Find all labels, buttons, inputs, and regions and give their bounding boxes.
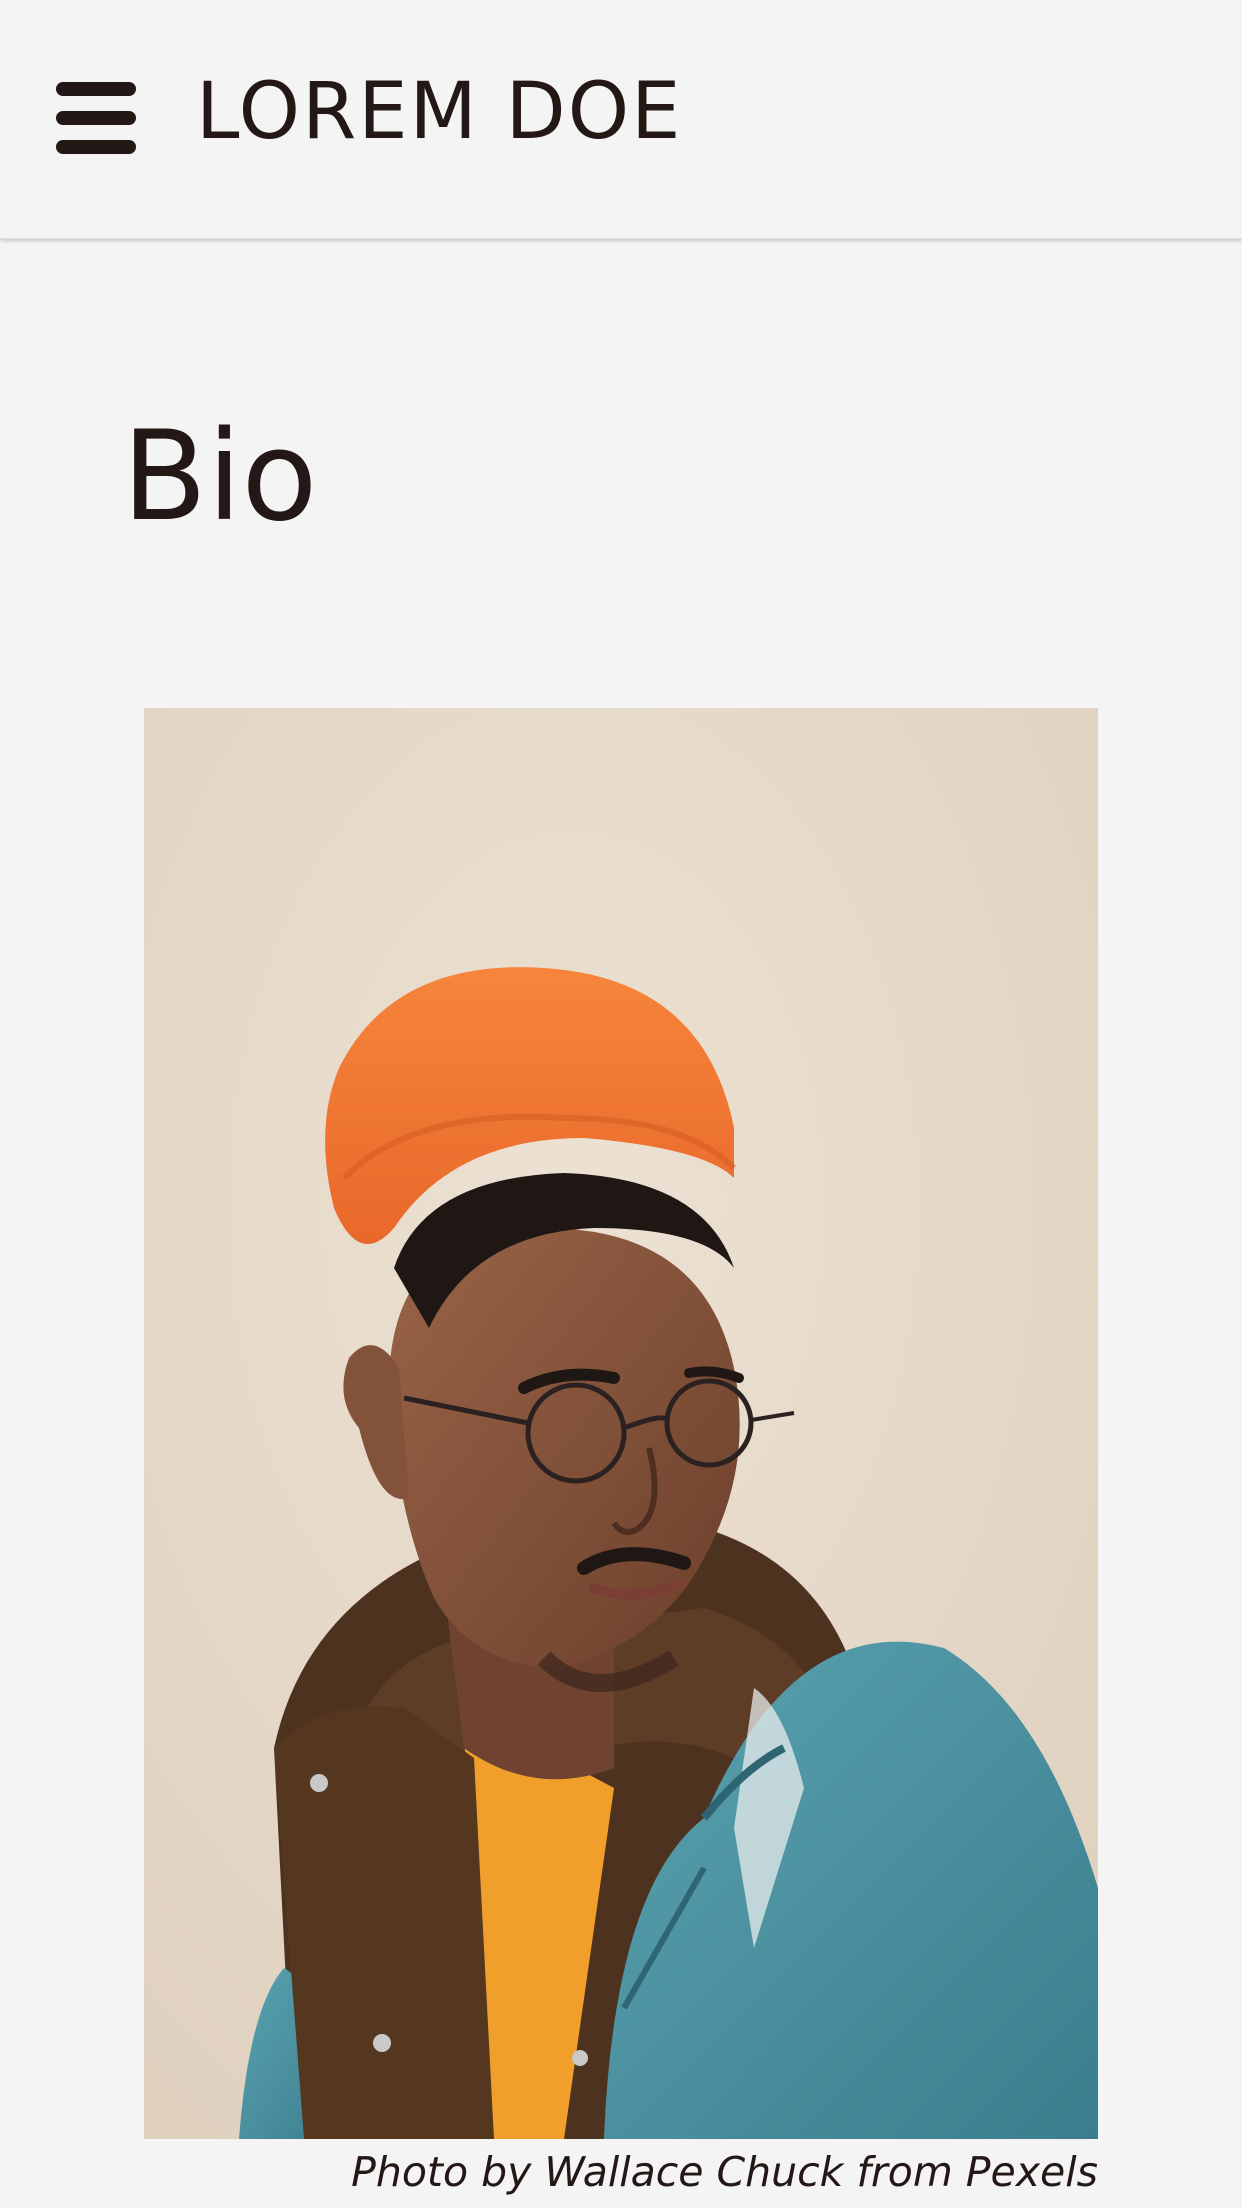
- hamburger-menu-icon[interactable]: [50, 74, 140, 162]
- site-title[interactable]: LOREM DOE: [196, 62, 682, 162]
- photo-credit: Photo by Wallace Chuck from Pexels: [351, 2148, 1098, 2196]
- page-title: Bio: [122, 405, 318, 549]
- bio-photo: [144, 708, 1098, 2139]
- top-bar: LOREM DOE: [0, 0, 1242, 239]
- portrait-image: [144, 708, 1098, 2139]
